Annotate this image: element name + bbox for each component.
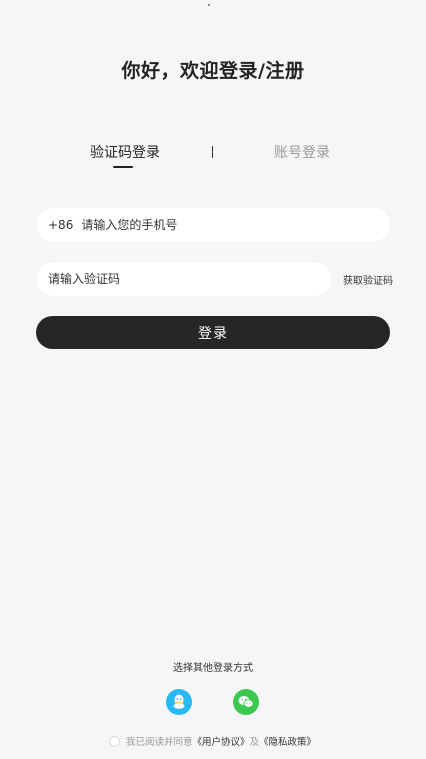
- verification-code-input[interactable]: [36, 262, 332, 296]
- status-dot: [208, 4, 210, 6]
- country-code-prefix[interactable]: +86: [48, 218, 73, 232]
- qq-icon: [173, 694, 185, 709]
- wechat-icon: [238, 696, 254, 708]
- user-agreement-link[interactable]: 《用户协议》: [193, 734, 250, 748]
- other-login-title: 选择其他登录方式: [173, 663, 253, 674]
- qq-login-button[interactable]: [166, 689, 192, 715]
- login-tabs: 验证码登录 账号登录: [0, 142, 426, 172]
- status-bar: [0, 0, 426, 22]
- code-field[interactable]: [36, 262, 332, 296]
- tab-sms-login[interactable]: 验证码登录: [90, 142, 160, 162]
- tab-divider: [212, 146, 213, 158]
- tab-account-login[interactable]: 账号登录: [274, 142, 330, 162]
- login-button[interactable]: 登录: [36, 316, 390, 349]
- agreement-checkbox[interactable]: [109, 735, 120, 747]
- phone-input[interactable]: [81, 208, 390, 242]
- phone-field[interactable]: +86: [36, 208, 390, 242]
- agreement-conjunction: 及: [249, 737, 260, 748]
- active-tab-indicator: [113, 166, 133, 168]
- wechat-login-button[interactable]: [233, 689, 259, 715]
- privacy-policy-link[interactable]: 《隐私政策》: [259, 734, 316, 748]
- status-icons: [394, 3, 414, 11]
- agreement-prefix: 我已阅读并同意: [126, 737, 193, 748]
- get-code-button[interactable]: 获取验证码: [343, 272, 393, 287]
- agreement-row: 我已阅读并同意 《用户协议》 及 《隐私政策》: [109, 734, 316, 748]
- page-title: 你好，欢迎登录/注册: [121, 60, 305, 82]
